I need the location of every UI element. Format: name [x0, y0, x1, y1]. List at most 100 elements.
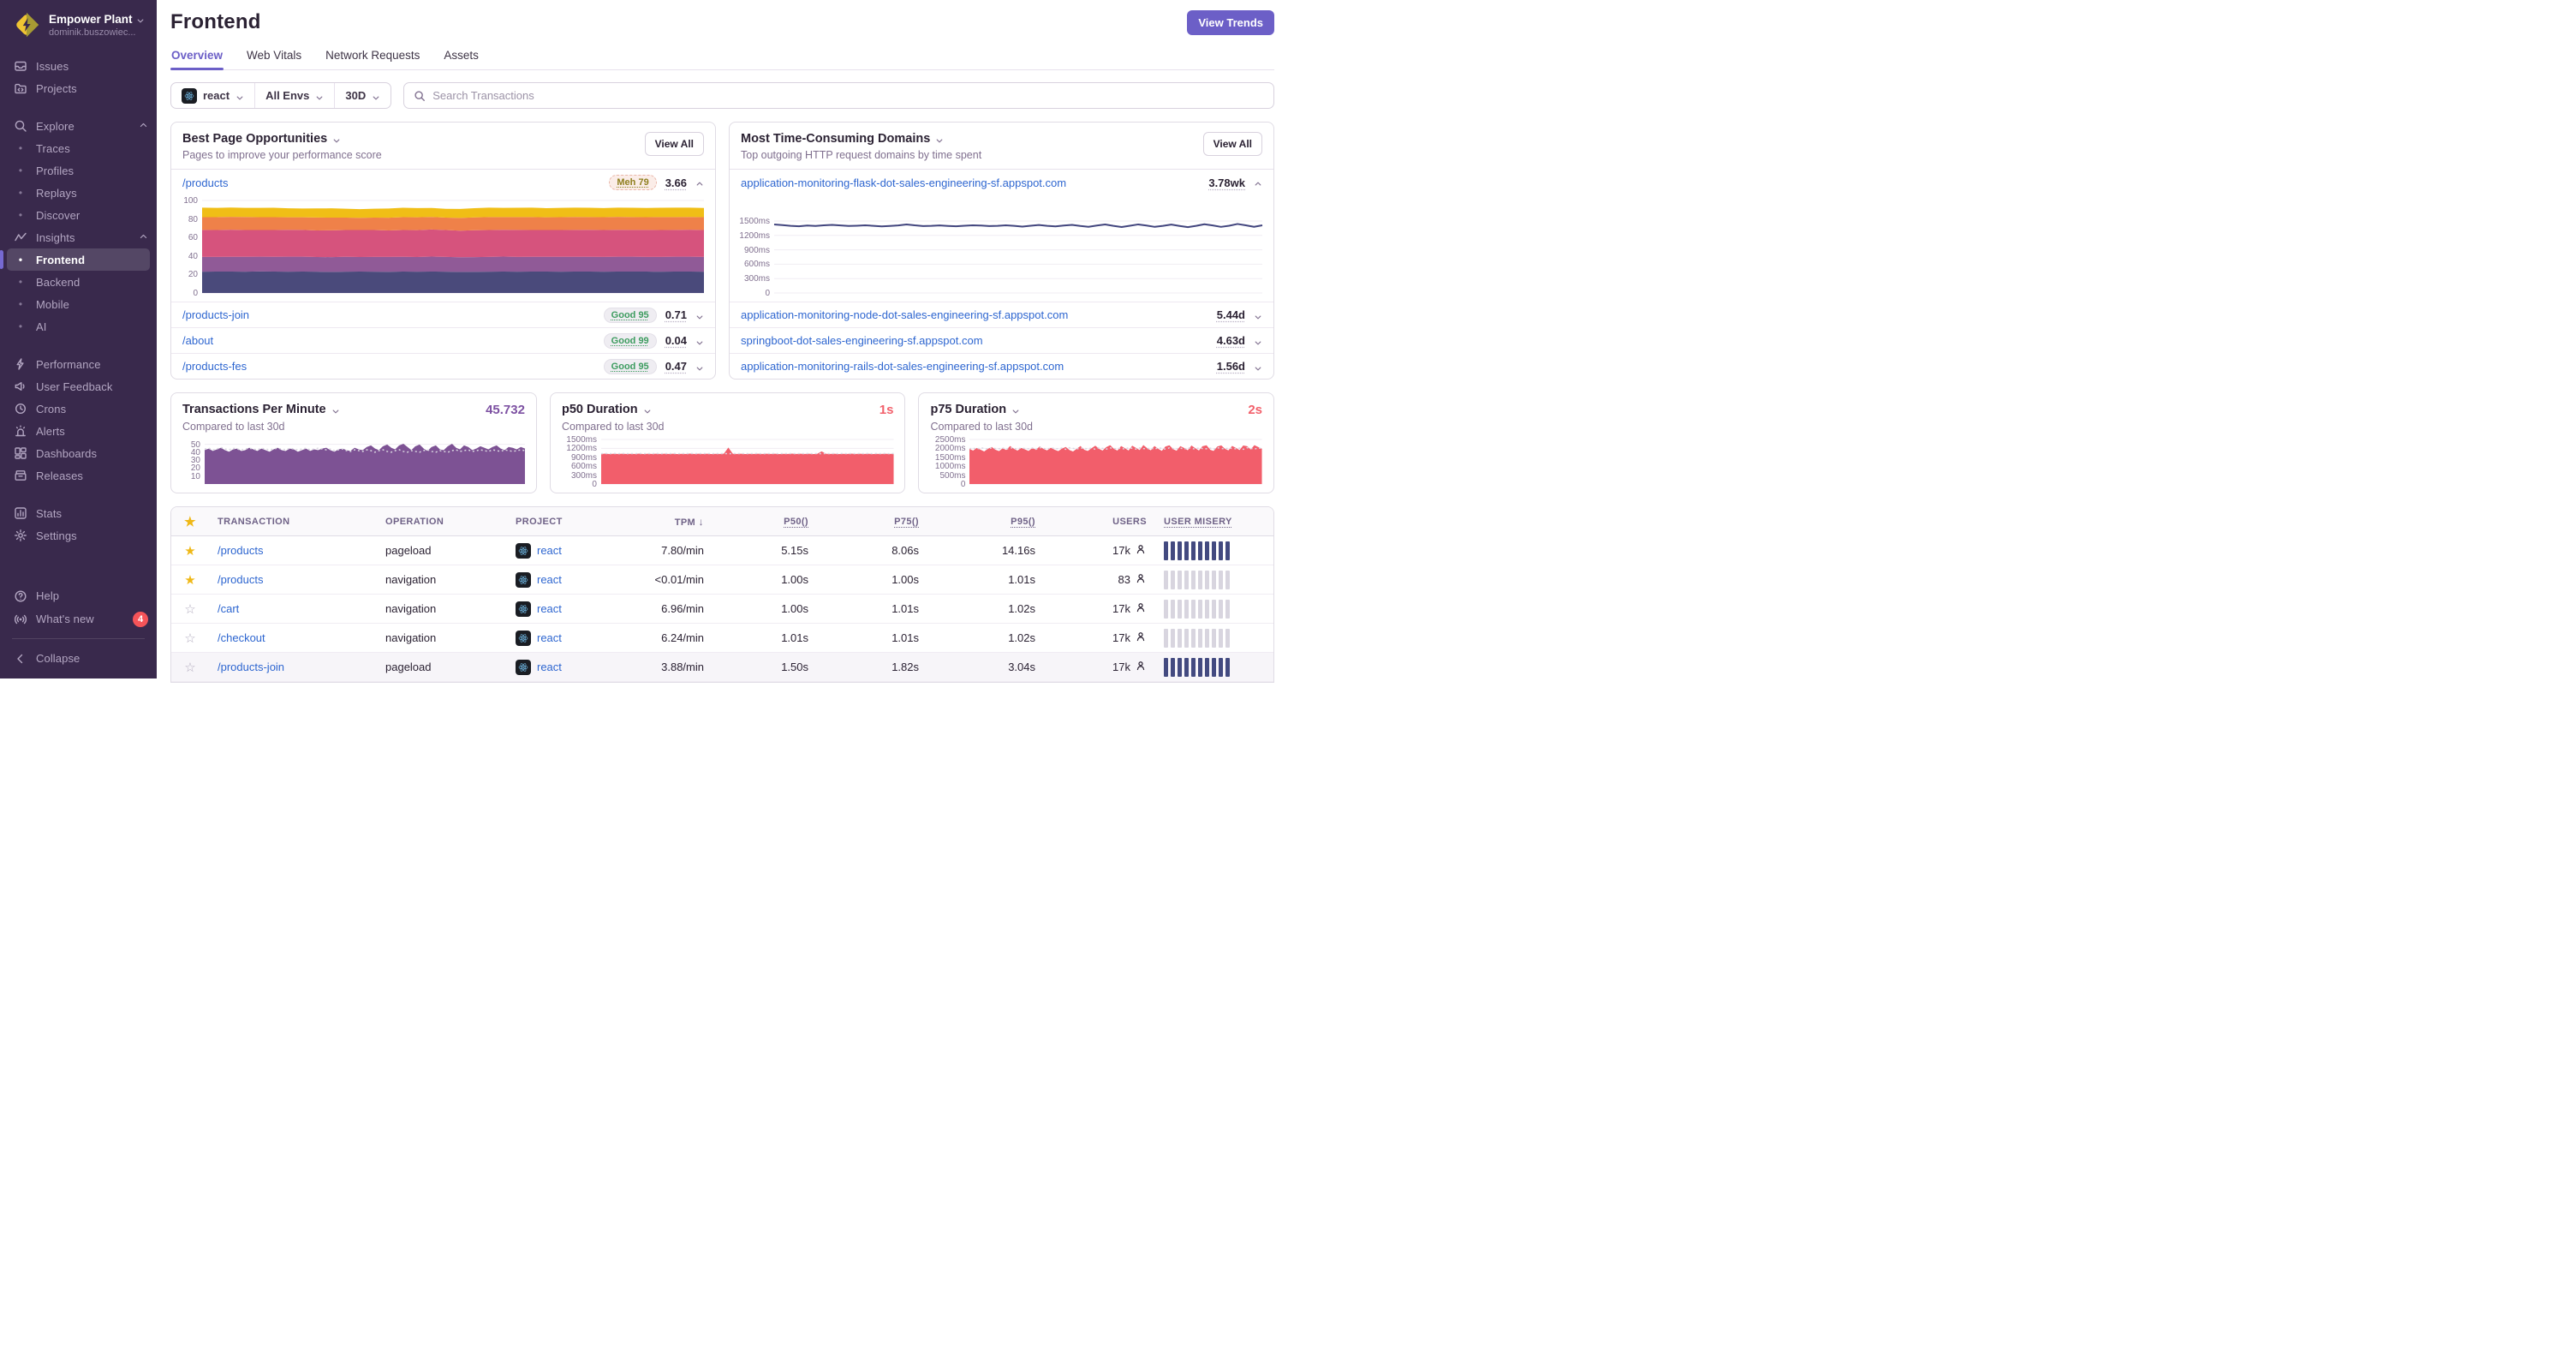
- page-link[interactable]: /about: [182, 334, 213, 347]
- sidebar-item-backend[interactable]: • Backend: [0, 271, 157, 293]
- chevron-down-icon[interactable]: [695, 311, 704, 320]
- column-header-users[interactable]: USERS: [1044, 517, 1155, 527]
- env-filter[interactable]: All Envs: [254, 83, 334, 108]
- transaction-link[interactable]: /cart: [218, 602, 239, 615]
- sidebar-item-projects[interactable]: Projects: [0, 77, 157, 99]
- project-link[interactable]: react: [537, 602, 562, 615]
- star-outline-icon[interactable]: ☆: [171, 631, 209, 646]
- sidebar-item-profiles[interactable]: • Profiles: [0, 159, 157, 182]
- chevron-up-icon[interactable]: [695, 178, 704, 187]
- sidebar-item-discover[interactable]: • Discover: [0, 204, 157, 226]
- users-cell: 83: [1044, 572, 1155, 587]
- sidebar-item-explore[interactable]: Explore: [0, 115, 157, 137]
- domain-link[interactable]: springboot-dot-sales-engineering-sf.apps…: [741, 334, 983, 347]
- sidebar-item-collapse[interactable]: Collapse: [0, 647, 157, 670]
- sidebar-item-releases[interactable]: Releases: [0, 464, 157, 487]
- column-header-p95[interactable]: P95(): [927, 517, 1044, 527]
- table-row[interactable]: ★ /products navigation react <0.01/min 1.00s 1…: [171, 565, 1273, 595]
- table-row[interactable]: ★ /products pageload react 7.80/min 5.15s 8.06…: [171, 536, 1273, 565]
- transaction-link[interactable]: /products: [218, 573, 263, 586]
- metric-card-p50-duration: p50 Duration 1s Compared to last 30d 1500ms…: [549, 392, 906, 493]
- best-page-opportunities-panel: Best Page Opportunities Pages to improve…: [170, 122, 716, 380]
- metric-subtitle: Compared to last 30d: [182, 421, 285, 433]
- sidebar-item-settings[interactable]: Settings: [0, 524, 157, 547]
- sidebar-item-help[interactable]: Help: [0, 584, 157, 607]
- sidebar-item-user-feedback[interactable]: User Feedback: [0, 375, 157, 398]
- column-header-operation[interactable]: OPERATION: [377, 517, 507, 527]
- sidebar-item-label: Discover: [36, 208, 80, 222]
- star-outline-icon[interactable]: ☆: [171, 660, 209, 675]
- table-row[interactable]: ☆ /cart navigation react 6.96/min 1.00s 1.01s 1…: [171, 595, 1273, 624]
- sidebar-item-replays[interactable]: • Replays: [0, 182, 157, 204]
- domain-link[interactable]: application-monitoring-rails-dot-sales-e…: [741, 360, 1064, 373]
- project-link[interactable]: react: [537, 661, 562, 673]
- sidebar-item-mobile[interactable]: • Mobile: [0, 293, 157, 315]
- page-link[interactable]: /products-join: [182, 308, 249, 321]
- sidebar-item-stats[interactable]: Stats: [0, 502, 157, 524]
- page-link[interactable]: /products-fes: [182, 360, 247, 373]
- table-row[interactable]: ☆ /products-join pageload react 3.88/min 1.50…: [171, 653, 1273, 682]
- star-filled-icon[interactable]: ★: [171, 543, 209, 559]
- star-column-header[interactable]: ★: [171, 514, 209, 529]
- domain-link[interactable]: application-monitoring-node-dot-sales-en…: [741, 308, 1068, 321]
- page-link[interactable]: /products: [182, 176, 228, 189]
- column-header-p75[interactable]: P75(): [817, 517, 927, 527]
- stats-icon: [14, 506, 27, 520]
- search-input[interactable]: [432, 89, 1264, 102]
- chevron-up-icon[interactable]: [1254, 178, 1262, 187]
- tab-overview[interactable]: Overview: [170, 49, 224, 70]
- column-header-user-misery[interactable]: USER MISERY: [1155, 517, 1273, 527]
- panel-list-row: application-monitoring-rails-dot-sales-e…: [730, 353, 1273, 379]
- tab-network-requests[interactable]: Network Requests: [325, 49, 420, 69]
- chevron-down-icon[interactable]: [695, 362, 704, 371]
- sidebar-item-issues[interactable]: Issues: [0, 55, 157, 77]
- chevron-down-icon[interactable]: [695, 337, 704, 345]
- sort-desc-icon: ↓: [698, 515, 704, 528]
- org-switcher[interactable]: Empower Plant dominik.buszowiec...: [0, 0, 157, 48]
- sidebar-item-frontend[interactable]: • Frontend: [0, 248, 150, 271]
- tpm-cell: <0.01/min: [654, 573, 704, 586]
- sidebar-item-ai[interactable]: • AI: [0, 315, 157, 338]
- sidebar-item-what-s-new[interactable]: What's new 4: [0, 607, 157, 631]
- sidebar-item-traces[interactable]: • Traces: [0, 137, 157, 159]
- domain-link[interactable]: application-monitoring-flask-dot-sales-e…: [741, 176, 1066, 189]
- sidebar-item-crons[interactable]: Crons: [0, 398, 157, 420]
- date-range-filter[interactable]: 30D: [334, 83, 391, 108]
- tab-web-vitals[interactable]: Web Vitals: [246, 49, 302, 69]
- operation-cell: pageload: [385, 544, 432, 557]
- project-link[interactable]: react: [537, 544, 562, 557]
- column-header-p50[interactable]: P50(): [713, 517, 817, 527]
- sidebar-item-label: Explore: [36, 119, 75, 133]
- sidebar-item-dashboards[interactable]: Dashboards: [0, 442, 157, 464]
- domains-view-all-button[interactable]: View All: [1202, 132, 1262, 156]
- chevron-down-icon[interactable]: [1254, 311, 1262, 320]
- view-trends-button[interactable]: View Trends: [1187, 10, 1274, 35]
- column-header-transaction[interactable]: TRANSACTION: [209, 517, 377, 527]
- project-filter[interactable]: react: [171, 83, 254, 108]
- metric-title-dropdown[interactable]: p75 Duration: [930, 403, 1020, 416]
- best-pages-view-all-button[interactable]: View All: [644, 132, 704, 156]
- metric-title-dropdown[interactable]: Transactions Per Minute: [182, 403, 340, 416]
- project-link[interactable]: react: [537, 573, 562, 586]
- sidebar-item-label: Crons: [36, 402, 67, 415]
- explore-icon: [14, 119, 27, 133]
- transaction-link[interactable]: /products: [218, 544, 263, 557]
- domains-title-dropdown[interactable]: Most Time-Consuming Domains: [741, 132, 981, 146]
- transaction-link[interactable]: /checkout: [218, 631, 265, 644]
- column-header-tpm[interactable]: TPM ↓: [623, 516, 713, 528]
- best-pages-title-dropdown[interactable]: Best Page Opportunities: [182, 132, 382, 146]
- project-link[interactable]: react: [537, 631, 562, 644]
- column-header-project[interactable]: PROJECT: [507, 517, 623, 527]
- tab-assets[interactable]: Assets: [443, 49, 480, 69]
- table-row[interactable]: ☆ /checkout navigation react 6.24/min 1.01s 1.…: [171, 624, 1273, 653]
- transaction-link[interactable]: /products-join: [218, 661, 284, 673]
- chevron-down-icon[interactable]: [1254, 337, 1262, 345]
- p50-cell: 1.00s: [781, 602, 808, 615]
- sidebar-item-alerts[interactable]: Alerts: [0, 420, 157, 442]
- sidebar-item-insights[interactable]: Insights: [0, 226, 157, 248]
- chevron-down-icon[interactable]: [1254, 362, 1262, 371]
- sidebar-item-performance[interactable]: Performance: [0, 353, 157, 375]
- star-outline-icon[interactable]: ☆: [171, 601, 209, 617]
- star-filled-icon[interactable]: ★: [171, 572, 209, 588]
- metric-title-dropdown[interactable]: p50 Duration: [562, 403, 652, 416]
